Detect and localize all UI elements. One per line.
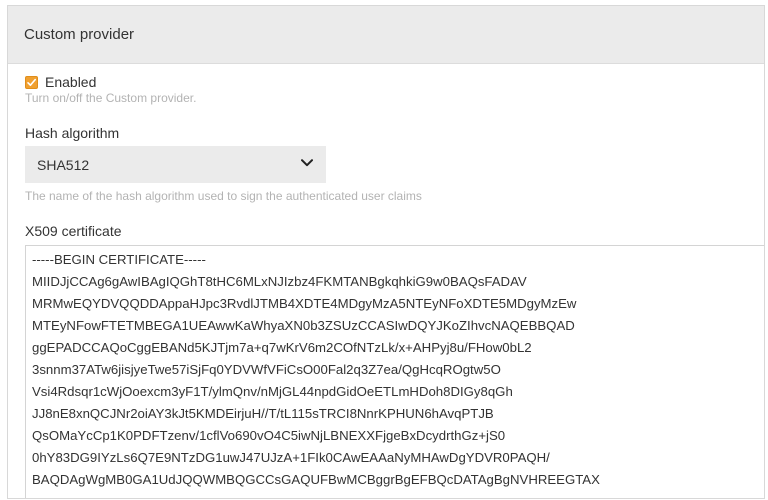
certificate-line: ggEPADCCAQoCggEBANd5KJTjm7a+q7wKrV6m2COf… — [32, 340, 532, 355]
enabled-checkbox[interactable] — [25, 75, 38, 89]
x509-certificate-label: X509 certificate — [25, 223, 122, 239]
chevron-down-icon — [301, 159, 313, 167]
certificate-line: MTEyNFowFTETMBEGA1UEAwwKaWhyaXN0b3ZSUzCC… — [32, 318, 575, 333]
hash-algorithm-select[interactable]: SHA512 — [25, 146, 326, 183]
enabled-help-text: Turn on/off the Custom provider. — [25, 91, 197, 105]
enabled-checkbox-row[interactable]: Enabled — [25, 74, 96, 90]
check-icon — [27, 78, 36, 86]
certificate-line: Vsi4Rdsqr1cWjOoexcm3yF1T/ylmQnv/nMjGL44n… — [32, 384, 513, 399]
certificate-line: MRMwEQYDVQQDDAppaHJpc3RvdlJTMB4XDTE4MDgy… — [32, 296, 577, 311]
certificate-line: 3snnm37ATw6jisjyeTwe57iSjFq0YDVWfVFiCsO0… — [32, 362, 501, 377]
panel-title: Custom provider — [8, 6, 764, 64]
hash-algorithm-value: SHA512 — [37, 156, 90, 173]
certificate-line: -----BEGIN CERTIFICATE----- — [32, 252, 206, 267]
hash-algorithm-label: Hash algorithm — [25, 125, 120, 141]
certificate-line: MIIDJjCCAg6gAwIBAgIQGhT8tHC6MLxNJIzbz4FK… — [32, 274, 527, 289]
custom-provider-panel: Custom provider Enabled Turn on/off the … — [7, 5, 765, 499]
certificate-line: 0hY83DG9IYzLs6Q7E9NTzDG1uwJ47UJzA+1FIk0C… — [32, 450, 550, 465]
hash-algorithm-help-text: The name of the hash algorithm used to s… — [25, 189, 422, 203]
certificate-line: QsOMaYcCp1K0PDFTzenv/1cflVo690vO4C5iwNjL… — [32, 428, 506, 443]
enabled-label[interactable]: Enabled — [45, 74, 96, 90]
x509-certificate-textarea[interactable]: -----BEGIN CERTIFICATE----- MIIDJjCCAg6g… — [25, 245, 764, 498]
certificate-line: JJ8nE8xnQCJNr2oiAY3kJt5KMDEirjuH//T/tL11… — [32, 406, 494, 421]
certificate-line: BAQDAgWgMB0GA1UdJQQWMBQGCCsGAQUFBwMCBggr… — [32, 472, 600, 487]
